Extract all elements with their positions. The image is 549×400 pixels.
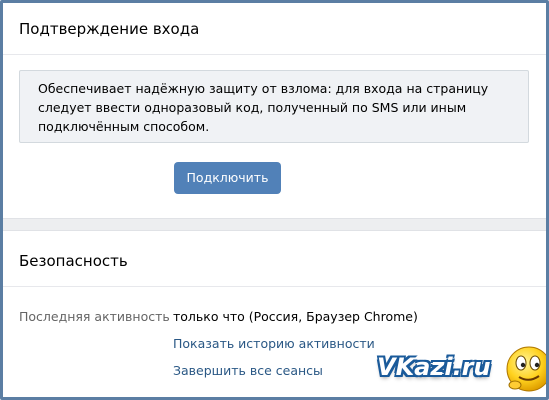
section-separator — [3, 218, 546, 231]
last-activity-label: Последняя активность — [19, 309, 170, 324]
watermark-logo: VKazi.ru — [373, 346, 546, 397]
show-activity-history-link[interactable]: Показать историю активности — [173, 336, 375, 351]
watermark-text: VKazi.ru — [377, 353, 491, 381]
end-all-sessions-link[interactable]: Завершить все сеансы — [173, 363, 323, 378]
info-box: Обеспечивает надёжную защиту от взлома: … — [19, 70, 529, 143]
section-title: Безопасность — [19, 252, 128, 270]
login-confirmation-section: Подтверждение входа Обеспечивает надёжну… — [3, 3, 546, 218]
last-activity-value: только что (Россия, Браузер Chrome) — [173, 309, 418, 324]
smiley-icon — [506, 346, 546, 392]
divider — [3, 286, 546, 287]
connect-button[interactable]: Подключить — [174, 162, 281, 194]
section-title: Подтверждение входа — [19, 20, 200, 38]
divider — [3, 54, 546, 55]
settings-panel: Подтверждение входа Обеспечивает надёжну… — [0, 0, 549, 400]
